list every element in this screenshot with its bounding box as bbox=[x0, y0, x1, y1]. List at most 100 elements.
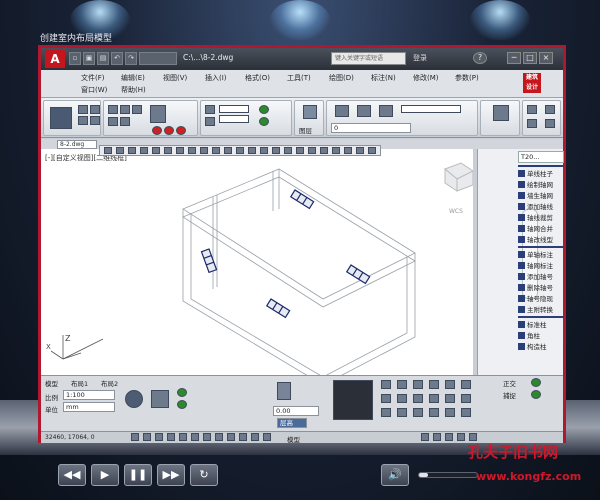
grid-icon[interactable] bbox=[140, 147, 148, 154]
layer-state-dropdown[interactable] bbox=[401, 105, 461, 113]
check-icon[interactable] bbox=[259, 105, 269, 114]
stop-icon[interactable] bbox=[176, 126, 186, 135]
help-icon[interactable] bbox=[368, 147, 376, 154]
sphere-icon[interactable] bbox=[125, 390, 143, 408]
snap-icon[interactable] bbox=[461, 408, 471, 417]
pen-icon[interactable] bbox=[104, 147, 112, 154]
workspace-icon[interactable] bbox=[421, 433, 429, 441]
snap-icon[interactable] bbox=[429, 408, 439, 417]
snap-icon[interactable] bbox=[413, 394, 423, 403]
unit-select[interactable]: mm bbox=[63, 402, 115, 412]
snap-icon[interactable] bbox=[429, 394, 439, 403]
layout-tab-1[interactable]: 布局1 bbox=[71, 378, 88, 388]
search-input[interactable]: 键入关键字或短语 bbox=[331, 52, 406, 65]
maximize-button[interactable]: □ bbox=[523, 52, 537, 64]
lock-icon[interactable] bbox=[433, 433, 441, 441]
snap-icon[interactable] bbox=[413, 408, 423, 417]
save-icon[interactable]: ▤ bbox=[97, 52, 109, 65]
replay-button[interactable]: ↻ bbox=[190, 464, 218, 486]
block-icon[interactable] bbox=[150, 105, 166, 123]
snap-label[interactable]: 捕捉 bbox=[503, 390, 516, 400]
quick-properties-icon[interactable] bbox=[251, 433, 259, 441]
help-icon[interactable]: ? bbox=[473, 52, 487, 64]
snap-icon[interactable] bbox=[413, 380, 423, 389]
value-field[interactable]: 0.00 bbox=[273, 406, 319, 416]
column-icon[interactable] bbox=[236, 147, 244, 154]
palette-item[interactable]: 轴网标注 bbox=[518, 260, 553, 270]
move-icon[interactable] bbox=[108, 105, 118, 114]
dimstyle-dropdown[interactable] bbox=[219, 115, 249, 123]
layer-lock-icon[interactable] bbox=[379, 105, 393, 117]
dyn-icon[interactable] bbox=[215, 433, 223, 441]
ortho-label[interactable]: 正交 bbox=[503, 378, 516, 388]
text-icon[interactable] bbox=[296, 147, 304, 154]
menu-parameter[interactable]: 参数(P) bbox=[455, 73, 479, 83]
block-icon[interactable] bbox=[332, 147, 340, 154]
stop-icon[interactable] bbox=[164, 126, 174, 135]
measure-icon[interactable] bbox=[188, 147, 196, 154]
hardware-icon[interactable] bbox=[445, 433, 453, 441]
menu-edit[interactable]: 编辑(E) bbox=[121, 73, 145, 83]
menu-file[interactable]: 文件(F) bbox=[81, 73, 105, 83]
menu-insert[interactable]: 插入(I) bbox=[205, 73, 227, 83]
measure-icon[interactable] bbox=[527, 105, 537, 114]
palette-item[interactable]: 添加轴号 bbox=[518, 271, 553, 281]
viewcube-wcs-label[interactable]: WCS bbox=[449, 208, 463, 215]
check-icon[interactable] bbox=[259, 117, 269, 126]
close-button[interactable]: × bbox=[539, 52, 553, 64]
palette-item[interactable]: 轴线裁剪 bbox=[518, 212, 553, 222]
layer-button-label[interactable]: 图层 bbox=[299, 125, 312, 135]
calculator-icon[interactable] bbox=[545, 105, 555, 114]
snap-icon[interactable] bbox=[381, 394, 391, 403]
palette-item[interactable]: 轴号隐现 bbox=[518, 293, 553, 303]
on-icon[interactable] bbox=[531, 390, 541, 399]
stop-icon[interactable] bbox=[152, 126, 162, 135]
room-icon[interactable] bbox=[260, 147, 268, 154]
select-icon[interactable] bbox=[545, 119, 555, 128]
polyline-icon[interactable] bbox=[78, 105, 88, 114]
menu-format[interactable]: 格式(O) bbox=[245, 73, 270, 83]
snap-icon[interactable] bbox=[445, 408, 455, 417]
pause-button[interactable]: ❚❚ bbox=[124, 464, 152, 486]
polar-mode-icon[interactable] bbox=[167, 433, 175, 441]
symbol-icon[interactable] bbox=[308, 147, 316, 154]
shape-icon[interactable] bbox=[128, 147, 136, 154]
selection-cycling-icon[interactable] bbox=[263, 433, 271, 441]
line-tool-icon[interactable] bbox=[50, 107, 72, 129]
layer-freeze-icon[interactable] bbox=[357, 105, 371, 117]
snap-icon[interactable] bbox=[429, 380, 439, 389]
paste-icon[interactable] bbox=[527, 119, 537, 128]
volume-slider[interactable] bbox=[418, 472, 478, 478]
palette-item[interactable]: 单轴标注 bbox=[518, 249, 553, 259]
minimize-button[interactable]: ─ bbox=[507, 52, 521, 64]
document-tab[interactable]: 8-2.dwg bbox=[57, 140, 97, 149]
style-dropdown[interactable] bbox=[219, 105, 249, 113]
current-layer-dropdown[interactable]: 0 bbox=[331, 123, 411, 133]
node-icon[interactable] bbox=[116, 147, 124, 154]
snap-icon[interactable] bbox=[461, 394, 471, 403]
table-icon[interactable] bbox=[320, 147, 328, 154]
palette-item[interactable]: 墙生轴网 bbox=[518, 190, 553, 200]
fast-forward-button[interactable]: ▶▶ bbox=[157, 464, 185, 486]
on-icon[interactable] bbox=[531, 378, 541, 387]
grid-mode-icon[interactable] bbox=[143, 433, 151, 441]
door-icon[interactable] bbox=[212, 147, 220, 154]
autocad-logo-icon[interactable]: A bbox=[45, 50, 65, 68]
menu-tools[interactable]: 工具(T) bbox=[287, 73, 311, 83]
menu-help[interactable]: 帮助(H) bbox=[121, 85, 146, 95]
palette-item[interactable]: 主附转换 bbox=[518, 304, 553, 314]
palette-item[interactable]: 删除轴号 bbox=[518, 282, 553, 292]
on-icon[interactable] bbox=[177, 400, 187, 409]
otrack-icon[interactable] bbox=[191, 433, 199, 441]
palette-item[interactable]: 轴网合并 bbox=[518, 223, 553, 233]
viewcube-icon[interactable] bbox=[444, 162, 473, 192]
on-icon[interactable] bbox=[177, 388, 187, 397]
palette-item[interactable]: 构造柱 bbox=[518, 341, 547, 351]
clean-screen-icon[interactable] bbox=[469, 433, 477, 441]
pan-icon[interactable] bbox=[152, 147, 160, 154]
snap-icon[interactable] bbox=[381, 408, 391, 417]
scale-select[interactable]: 1:100 bbox=[63, 390, 115, 400]
text-icon[interactable] bbox=[205, 105, 215, 114]
tool-icon[interactable] bbox=[277, 382, 291, 400]
menu-draw[interactable]: 绘图(D) bbox=[329, 73, 354, 83]
